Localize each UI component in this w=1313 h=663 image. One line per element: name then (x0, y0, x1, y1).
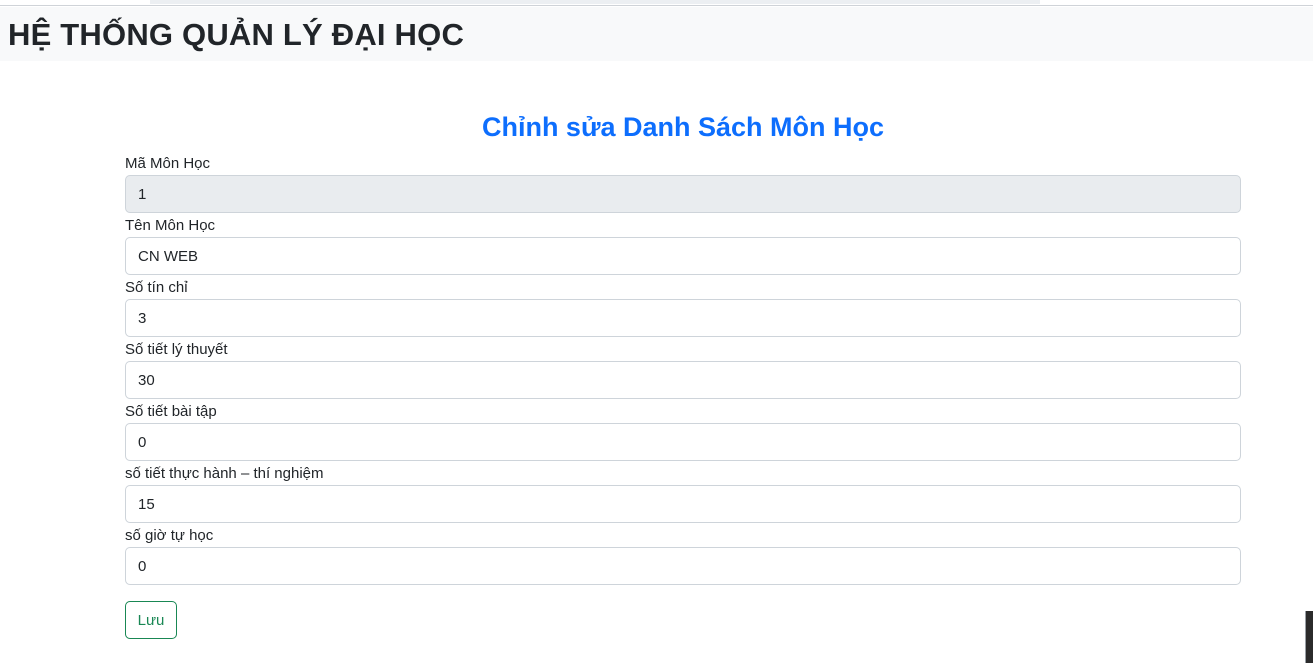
subject-code-input[interactable] (125, 175, 1241, 213)
app-header: HỆ THỐNG QUẢN LÝ ĐẠI HỌC (0, 7, 1313, 61)
edit-subject-form: Mã Môn Học Tên Môn Học Số tín chỉ Số tiế… (125, 153, 1241, 587)
field-subject-code: Mã Môn Học (125, 153, 1241, 215)
browser-top-strip (0, 0, 1313, 6)
app-title: HỆ THỐNG QUẢN LÝ ĐẠI HỌC (8, 17, 465, 52)
subject-name-input[interactable] (125, 237, 1241, 275)
self-study-hours-input[interactable] (125, 547, 1241, 585)
subject-code-label: Mã Môn Học (125, 155, 211, 172)
field-subject-name: Tên Môn Học (125, 215, 1241, 277)
field-theory-periods: Số tiết lý thuyết (125, 339, 1241, 401)
self-study-hours-label: số giờ tự học (125, 527, 214, 544)
field-exercise-periods: Số tiết bài tập (125, 401, 1241, 463)
subject-name-label: Tên Môn Học (125, 217, 216, 234)
credits-label: Số tín chỉ (125, 279, 188, 296)
field-practice-periods: số tiết thực hành – thí nghiệm (125, 463, 1241, 525)
credits-input[interactable] (125, 299, 1241, 337)
screen-corner-widget (1305, 611, 1313, 663)
browser-tab-strip (150, 0, 1040, 4)
exercise-periods-input[interactable] (125, 423, 1241, 461)
practice-periods-label: số tiết thực hành – thí nghiệm (125, 465, 324, 482)
field-credits: Số tín chỉ (125, 277, 1241, 339)
save-button[interactable]: Lưu (125, 601, 177, 639)
practice-periods-input[interactable] (125, 485, 1241, 523)
theory-periods-label: Số tiết lý thuyết (125, 341, 228, 358)
theory-periods-input[interactable] (125, 361, 1241, 399)
page-title: Chỉnh sửa Danh Sách Môn Học (481, 112, 885, 142)
field-self-study-hours: số giờ tự học (125, 525, 1241, 587)
exercise-periods-label: Số tiết bài tập (125, 403, 217, 420)
